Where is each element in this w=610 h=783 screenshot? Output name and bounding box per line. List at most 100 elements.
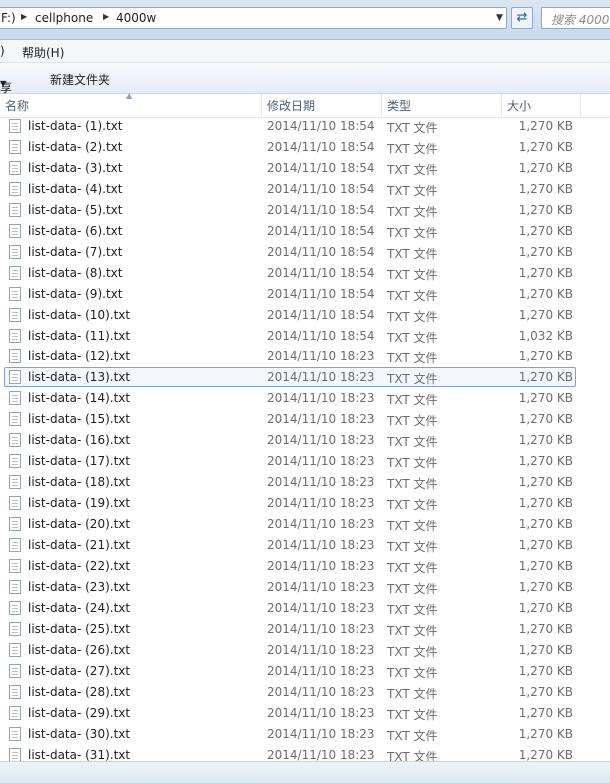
file-type: TXT 文件: [387, 142, 438, 156]
file-row[interactable]: list-data- (31).txt 2014/11/10 18:23 TXT 文…: [0, 745, 610, 761]
file-date: 2014/11/10 18:23: [267, 580, 375, 594]
text-file-icon: [9, 580, 21, 594]
file-row[interactable]: list-data- (4).txt 2014/11/10 18:54 TXT 文件…: [0, 179, 610, 200]
file-size: 1,270 KB: [518, 140, 573, 154]
menu-help[interactable]: 帮助(H): [22, 44, 64, 61]
chevron-right-icon[interactable]: ▶: [103, 12, 109, 21]
file-type: TXT 文件: [387, 435, 438, 449]
file-date: 2014/11/10 18:23: [267, 349, 375, 363]
file-row[interactable]: list-data- (17).txt 2014/11/10 18:23 TXT 文…: [0, 451, 610, 472]
text-file-icon: [9, 224, 21, 238]
file-row[interactable]: list-data- (26).txt 2014/11/10 18:23 TXT 文…: [0, 640, 610, 661]
file-row[interactable]: list-data- (19).txt 2014/11/10 18:23 TXT 文…: [0, 493, 610, 514]
file-row[interactable]: list-data- (29).txt 2014/11/10 18:23 TXT 文…: [0, 703, 610, 724]
breadcrumb-drive[interactable]: F:): [1, 11, 16, 25]
file-size: 1,270 KB: [518, 622, 573, 636]
file-row[interactable]: list-data- (12).txt 2014/11/10 18:23 TXT 文…: [0, 346, 610, 367]
file-row[interactable]: list-data- (8).txt 2014/11/10 18:54 TXT 文件…: [0, 263, 610, 284]
file-name: list-data- (20).txt: [28, 517, 131, 531]
file-size: 1,270 KB: [518, 245, 573, 259]
file-name: list-data- (3).txt: [28, 161, 123, 175]
file-date: 2014/11/10 18:23: [267, 496, 375, 510]
file-row[interactable]: list-data- (3).txt 2014/11/10 18:54 TXT 文件…: [0, 158, 610, 179]
file-row[interactable]: list-data- (27).txt 2014/11/10 18:23 TXT 文…: [0, 661, 610, 682]
text-file-icon: [9, 182, 21, 196]
file-size: 1,270 KB: [518, 475, 573, 489]
file-row[interactable]: list-data- (1).txt 2014/11/10 18:54 TXT 文件…: [0, 116, 610, 137]
column-header-type-label: 类型: [387, 99, 412, 113]
file-row[interactable]: list-data- (25).txt 2014/11/10 18:23 TXT 文…: [0, 619, 610, 640]
file-size: 1,270 KB: [518, 182, 573, 196]
file-type: TXT 文件: [387, 414, 438, 428]
file-type: TXT 文件: [387, 624, 438, 638]
file-row[interactable]: list-data- (28).txt 2014/11/10 18:23 TXT 文…: [0, 682, 610, 703]
file-name: list-data- (8).txt: [28, 266, 123, 280]
file-row[interactable]: list-data- (11).txt 2014/11/10 18:54 TXT 文…: [0, 326, 610, 347]
breadcrumb-4000w[interactable]: 4000w: [116, 11, 156, 25]
file-date: 2014/11/10 18:23: [267, 748, 375, 761]
file-name: list-data- (22).txt: [28, 559, 131, 573]
file-row[interactable]: list-data- (22).txt 2014/11/10 18:23 TXT 文…: [0, 556, 610, 577]
file-row[interactable]: list-data- (18).txt 2014/11/10 18:23 TXT 文…: [0, 472, 610, 493]
file-size: 1,270 KB: [518, 706, 573, 720]
file-type: TXT 文件: [387, 184, 438, 198]
file-type: TXT 文件: [387, 121, 438, 135]
file-list[interactable]: list-data- (1).txt 2014/11/10 18:54 TXT 文件…: [0, 116, 610, 761]
address-bar[interactable]: F:) ▶ cellphone ▶ 4000w ▼: [0, 7, 507, 29]
file-row[interactable]: list-data- (16).txt 2014/11/10 18:23 TXT 文…: [0, 430, 610, 451]
file-row[interactable]: list-data- (15).txt 2014/11/10 18:23 TXT 文…: [0, 409, 610, 430]
search-input[interactable]: 搜索 4000w: [541, 7, 610, 29]
file-size: 1,270 KB: [518, 664, 573, 678]
text-file-icon: [9, 496, 21, 510]
file-type: TXT 文件: [387, 582, 438, 596]
file-row[interactable]: list-data- (30).txt 2014/11/10 18:23 TXT 文…: [0, 724, 610, 745]
file-date: 2014/11/10 18:54: [267, 266, 375, 280]
file-row[interactable]: list-data- (21).txt 2014/11/10 18:23 TXT 文…: [0, 535, 610, 556]
file-row[interactable]: list-data- (23).txt 2014/11/10 18:23 TXT 文…: [0, 577, 610, 598]
file-date: 2014/11/10 18:23: [267, 664, 375, 678]
text-file-icon: [9, 559, 21, 573]
file-size: 1,270 KB: [518, 538, 573, 552]
menu-bar: ) 帮助(H): [0, 40, 610, 63]
file-row[interactable]: list-data- (24).txt 2014/11/10 18:23 TXT 文…: [0, 598, 610, 619]
breadcrumb-cellphone[interactable]: cellphone: [35, 11, 93, 25]
command-bar: 享 ▼ 新建文件夹: [0, 63, 610, 95]
file-row[interactable]: list-data- (9).txt 2014/11/10 18:54 TXT 文件…: [0, 284, 610, 305]
file-date: 2014/11/10 18:23: [267, 391, 375, 405]
column-header-date[interactable]: 修改日期: [262, 94, 382, 117]
file-date: 2014/11/10 18:23: [267, 643, 375, 657]
file-name: list-data- (25).txt: [28, 622, 131, 636]
column-headers: 名称 ▲ 修改日期 类型 大小: [0, 91, 610, 118]
file-size: 1,270 KB: [518, 349, 573, 363]
file-name: list-data- (21).txt: [28, 538, 131, 552]
file-row[interactable]: list-data- (5).txt 2014/11/10 18:54 TXT 文件…: [0, 200, 610, 221]
chevron-right-icon[interactable]: ▶: [21, 12, 27, 21]
file-date: 2014/11/10 18:54: [267, 308, 375, 322]
file-date: 2014/11/10 18:23: [267, 412, 375, 426]
file-row[interactable]: list-data- (20).txt 2014/11/10 18:23 TXT 文…: [0, 514, 610, 535]
file-row[interactable]: list-data- (13).txt 2014/11/10 18:23 TXT 文…: [0, 367, 610, 388]
file-size: 1,270 KB: [518, 266, 573, 280]
chevron-down-icon[interactable]: ▼: [496, 13, 503, 23]
refresh-button[interactable]: ⇄: [511, 7, 533, 29]
file-row[interactable]: list-data- (2).txt 2014/11/10 18:54 TXT 文件…: [0, 137, 610, 158]
text-file-icon: [9, 727, 21, 741]
new-folder-button[interactable]: 新建文件夹: [50, 71, 110, 88]
text-file-icon: [9, 706, 21, 720]
file-type: TXT 文件: [387, 729, 438, 743]
file-name: list-data- (10).txt: [28, 308, 131, 322]
file-row[interactable]: list-data- (6).txt 2014/11/10 18:54 TXT 文件…: [0, 221, 610, 242]
file-date: 2014/11/10 18:54: [267, 119, 375, 133]
file-row[interactable]: list-data- (10).txt 2014/11/10 18:54 TXT 文…: [0, 305, 610, 326]
file-size: 1,270 KB: [518, 580, 573, 594]
file-name: list-data- (11).txt: [28, 329, 131, 343]
file-row[interactable]: list-data- (14).txt 2014/11/10 18:23 TXT 文…: [0, 388, 610, 409]
column-header-type[interactable]: 类型: [382, 94, 502, 117]
column-header-size[interactable]: 大小: [502, 94, 581, 117]
file-name: list-data- (5).txt: [28, 203, 123, 217]
file-row[interactable]: list-data- (7).txt 2014/11/10 18:54 TXT 文件…: [0, 242, 610, 263]
file-type: TXT 文件: [387, 561, 438, 575]
text-file-icon: [9, 266, 21, 280]
file-type: TXT 文件: [387, 708, 438, 722]
file-name: list-data- (16).txt: [28, 433, 131, 447]
